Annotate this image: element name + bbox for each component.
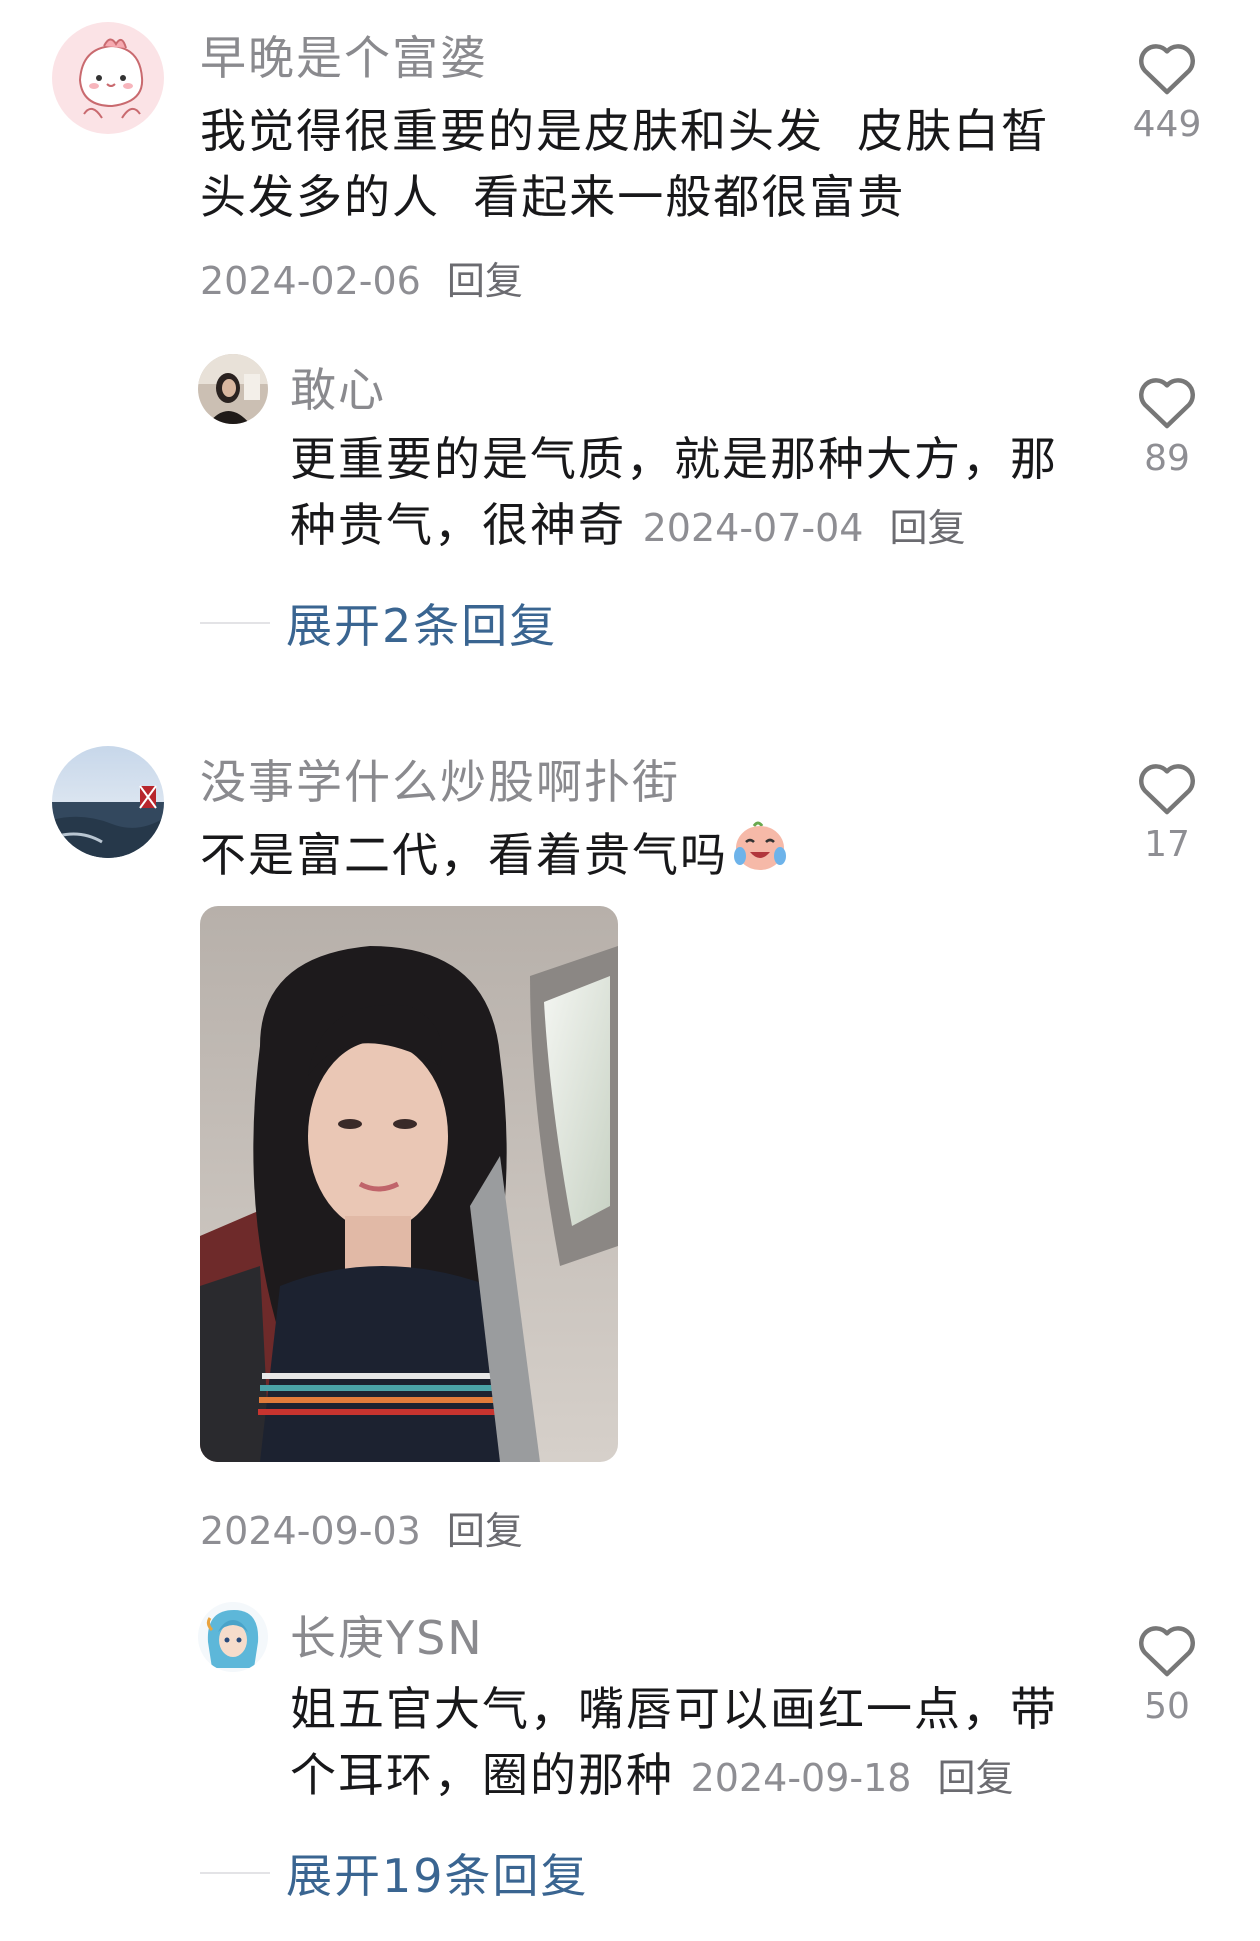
comment-text: 我觉得很重要的是皮肤和头发 皮肤白皙 头发多的人 看起来一般都很富贵 — [200, 98, 1080, 230]
expand-replies-label[interactable]: 展开19条回复 — [286, 1840, 589, 1906]
comment-date: 2024-02-06 — [200, 259, 421, 303]
reply-button[interactable]: 回复 — [937, 1756, 1013, 1800]
comment-date: 2024-09-18 — [690, 1756, 912, 1800]
comment-image[interactable] — [200, 906, 618, 1462]
pink-cartoon-avatar-icon — [52, 22, 164, 134]
like-count: 89 — [1144, 438, 1190, 479]
selfie-photo — [200, 906, 618, 1462]
divider — [200, 1872, 270, 1874]
comment-text-line: 更重要的是气质，就是那种大方，那 — [290, 432, 1058, 486]
username[interactable]: 早晚是个富婆 — [200, 22, 488, 88]
comment-text-line: 种贵气，很神奇 2024-07-04 回复 — [290, 492, 1090, 561]
expand-replies-button[interactable]: 展开2条回复 — [200, 590, 557, 656]
avatar[interactable] — [198, 354, 268, 424]
avatar[interactable] — [52, 22, 164, 134]
username[interactable]: 长庚YSN — [290, 1602, 484, 1668]
crying-laughing-emoji — [732, 818, 788, 891]
comment-text-line: 头发多的人 看起来一般都很富贵 — [200, 170, 906, 224]
sea-photo-avatar-icon — [52, 746, 164, 858]
comment-text-tail: 个耳环，圈的那种 — [290, 1748, 674, 1802]
avatar[interactable] — [52, 746, 164, 858]
heart-icon — [1139, 378, 1195, 429]
like-count: 17 — [1144, 824, 1190, 865]
heart-icon — [1139, 764, 1195, 815]
comment-date: 2024-09-03 — [200, 1509, 421, 1553]
username[interactable]: 没事学什么炒股啊扑街 — [200, 746, 680, 812]
anime-avatar-icon — [198, 1602, 268, 1672]
comment-text-line: 个耳环，圈的那种 2024-09-18 回复 — [290, 1742, 1090, 1811]
comment-meta: 2024-09-03 回复 — [200, 1500, 523, 1555]
username[interactable]: 敢心 — [290, 354, 386, 420]
like-button[interactable]: 50 — [1112, 1620, 1222, 1727]
reply-button[interactable]: 回复 — [447, 259, 523, 303]
comment-text-line: 我觉得很重要的是皮肤和头发 皮肤白皙 — [200, 104, 1050, 158]
reply-text: 姐五官大气，嘴唇可以画红一点，带 个耳环，圈的那种 2024-09-18 回复 — [290, 1676, 1090, 1811]
heart-icon — [1139, 44, 1195, 95]
reply-button[interactable]: 回复 — [889, 506, 965, 550]
comment-text-tail: 种贵气，很神奇 — [290, 498, 626, 552]
divider — [200, 622, 270, 624]
comment-date: 2024-07-04 — [642, 506, 864, 550]
like-button[interactable]: 449 — [1112, 38, 1222, 145]
comment-text: 不是富二代，看着贵气吗 — [200, 818, 1080, 891]
expand-replies-label[interactable]: 展开2条回复 — [286, 590, 557, 656]
like-button[interactable]: 89 — [1112, 372, 1222, 479]
avatar[interactable] — [198, 1602, 268, 1672]
reply-button[interactable]: 回复 — [447, 1509, 523, 1553]
photo-avatar-icon — [198, 354, 268, 424]
heart-icon — [1139, 1626, 1195, 1677]
reply-text: 更重要的是气质，就是那种大方，那 种贵气，很神奇 2024-07-04 回复 — [290, 426, 1090, 561]
comment-meta: 2024-02-06 回复 — [200, 250, 523, 305]
comment-text-line: 姐五官大气，嘴唇可以画红一点，带 — [290, 1682, 1058, 1736]
like-button[interactable]: 17 — [1112, 758, 1222, 865]
expand-replies-button[interactable]: 展开19条回复 — [200, 1840, 589, 1906]
like-count: 50 — [1144, 1686, 1190, 1727]
comment-text-line: 不是富二代，看着贵气吗 — [200, 827, 728, 882]
like-count: 449 — [1132, 104, 1202, 145]
